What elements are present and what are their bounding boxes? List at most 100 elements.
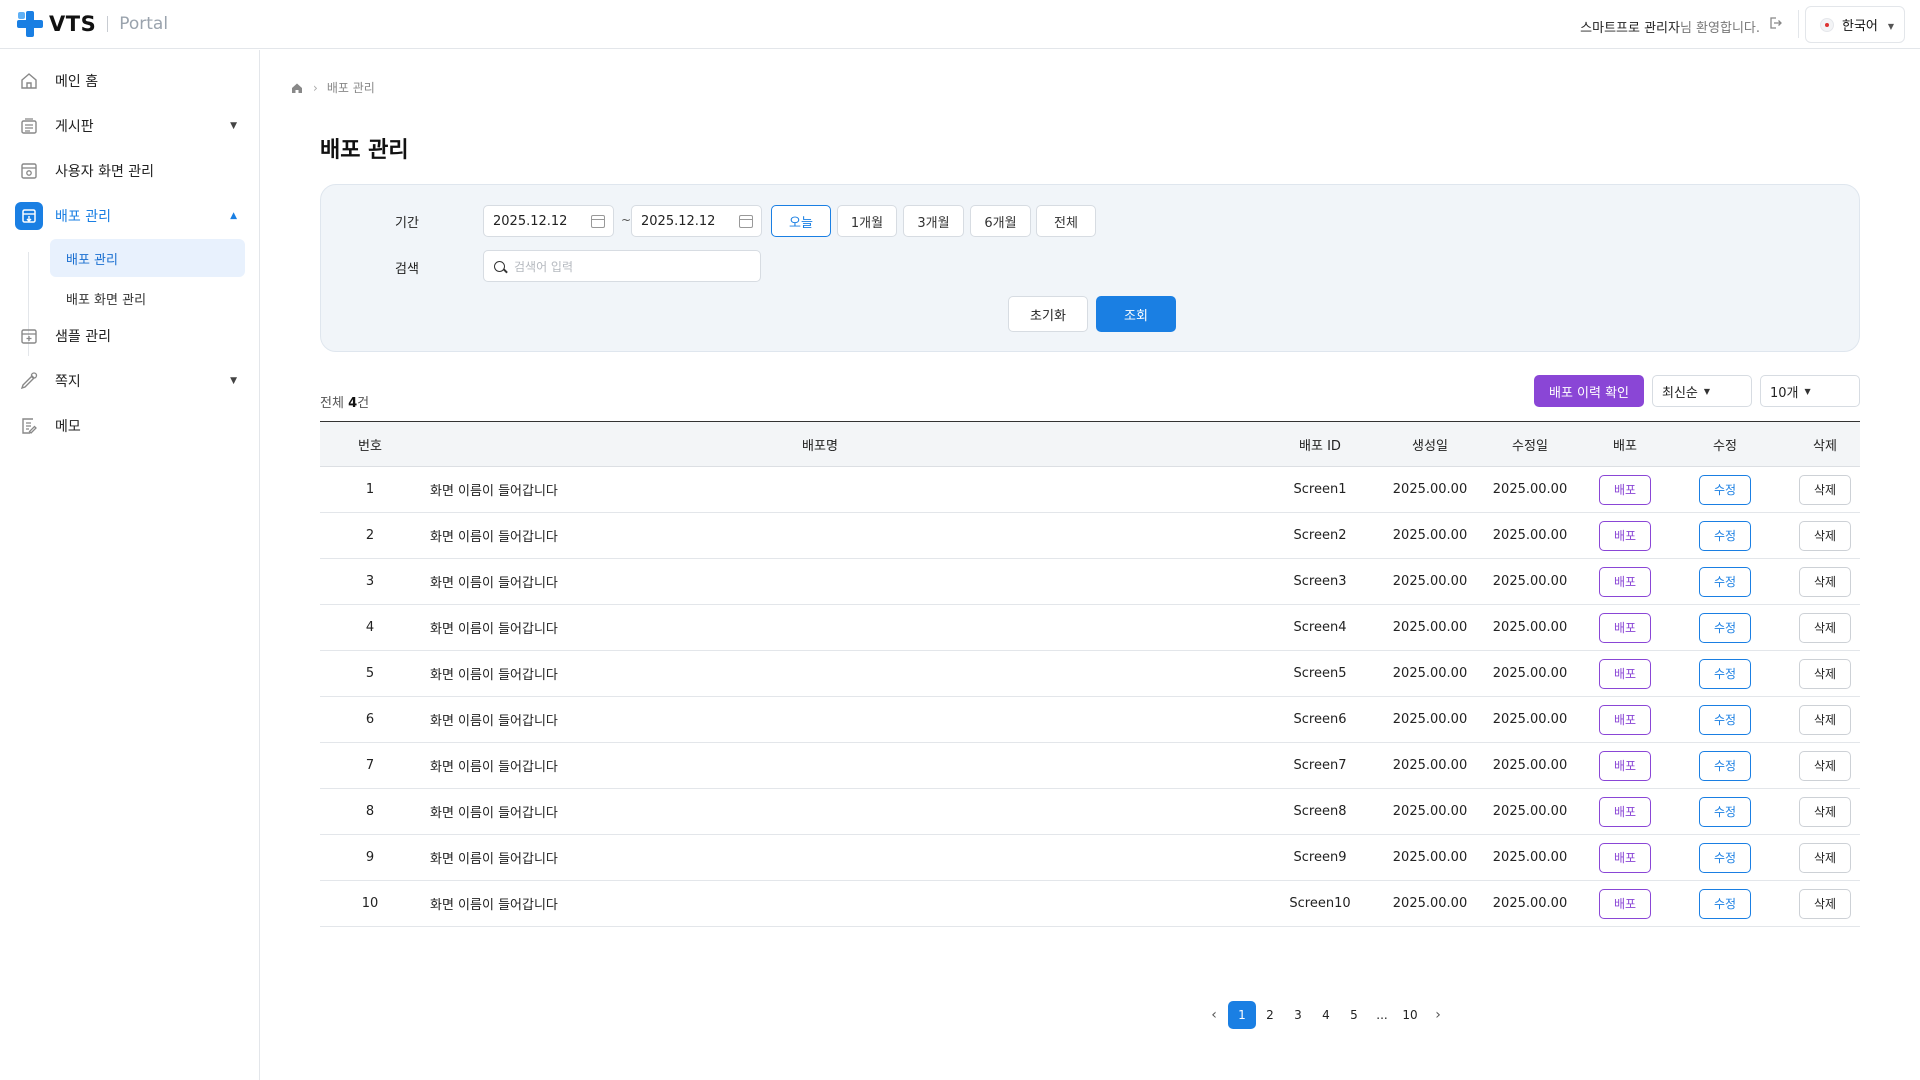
table-header: 번호 배포명 배포 ID 생성일 수정일 배포 수정 삭제 <box>320 421 1860 467</box>
deploy-button[interactable]: 배포 <box>1599 704 1651 735</box>
edit-button[interactable]: 수정 <box>1699 474 1751 505</box>
caret-down-icon: ▼ <box>1804 386 1811 396</box>
row-no: 8 <box>365 804 375 819</box>
search-label: 검색 <box>395 262 419 277</box>
row-delete-cell: 삭제 <box>1760 605 1890 650</box>
period-button-all[interactable]: 전체 <box>1036 205 1096 237</box>
delete-button[interactable]: 삭제 <box>1799 842 1851 873</box>
table-row: 7 화면 이름이 들어갑니다 Screen7 2025.00.00 2025.00.00… <box>320 743 1860 789</box>
deploy-button[interactable]: 배포 <box>1599 888 1651 919</box>
deploy-button[interactable]: 배포 <box>1599 612 1651 643</box>
edit-button[interactable]: 수정 <box>1699 658 1751 689</box>
logout-icon[interactable] <box>1768 16 1782 30</box>
korea-flag-icon <box>1820 17 1834 32</box>
row-name: 화면 이름이 들어갑니다 <box>430 484 558 499</box>
next-page-icon[interactable]: › <box>1424 1001 1452 1029</box>
delete-button[interactable]: 삭제 <box>1799 750 1851 781</box>
edit-button[interactable]: 수정 <box>1699 750 1751 781</box>
row-no: 3 <box>365 574 375 589</box>
language-select[interactable]: 한국어 ▼ <box>1805 6 1905 43</box>
prev-page-icon[interactable]: ‹ <box>1200 1001 1228 1029</box>
sidebar-item-message[interactable]: 쪽지 ▼ <box>15 365 245 397</box>
header-divider <box>1798 10 1799 38</box>
row-delete-cell: 삭제 <box>1760 789 1890 834</box>
row-no: 2 <box>365 528 375 543</box>
search-placeholder: 검색어 입력 <box>514 259 574 274</box>
date-to-input[interactable]: 2025.12.12 <box>631 205 762 237</box>
sidebar-subitem-deploy-manage[interactable]: 배포 관리 <box>50 239 245 277</box>
sidebar-item-user-screen[interactable]: 사용자 화면 관리 <box>15 155 245 187</box>
row-name: 화면 이름이 들어갑니다 <box>430 622 558 637</box>
row-name: 화면 이름이 들어갑니다 <box>430 852 558 867</box>
reset-button[interactable]: 초기화 <box>1008 296 1088 332</box>
sort-value: 최신순 <box>1662 385 1698 401</box>
home-icon[interactable] <box>290 81 304 95</box>
calendar-icon[interactable] <box>739 215 753 228</box>
edit-button[interactable]: 수정 <box>1699 566 1751 597</box>
search-icon <box>494 261 505 272</box>
delete-button[interactable]: 삭제 <box>1799 612 1851 643</box>
column-header-name: 배포명 <box>802 438 838 454</box>
page-button-10[interactable]: 10 <box>1396 1001 1424 1029</box>
edit-button[interactable]: 수정 <box>1699 888 1751 919</box>
edit-button[interactable]: 수정 <box>1699 612 1751 643</box>
row-name: 화면 이름이 들어갑니다 <box>430 714 558 729</box>
period-button-3month[interactable]: 3개월 <box>903 205 964 237</box>
search-input[interactable]: 검색어 입력 <box>483 250 761 282</box>
logo[interactable]: VTS Portal <box>15 10 168 38</box>
table-row: 3 화면 이름이 들어갑니다 Screen3 2025.00.00 2025.00.00… <box>320 559 1860 605</box>
page-button-2[interactable]: 2 <box>1256 1001 1284 1029</box>
page-size-select[interactable]: 10개 ▼ <box>1760 375 1860 407</box>
top-header: VTS Portal 스마트프로 관리자님 환영합니다. 한국어 ▼ <box>0 0 1920 49</box>
deploy-button[interactable]: 배포 <box>1599 520 1651 551</box>
delete-button[interactable]: 삭제 <box>1799 704 1851 735</box>
delete-button[interactable]: 삭제 <box>1799 520 1851 551</box>
sidebar-item-sample[interactable]: 샘플 관리 <box>15 320 245 352</box>
date-from-value: 2025.12.12 <box>493 213 568 229</box>
logo-product: Portal <box>119 14 169 34</box>
page-button-3[interactable]: 3 <box>1284 1001 1312 1029</box>
table-row: 1 화면 이름이 들어갑니다 Screen1 2025.00.00 2025.00.00… <box>320 467 1860 513</box>
edit-button[interactable]: 수정 <box>1699 796 1751 827</box>
sort-select[interactable]: 최신순 ▼ <box>1652 375 1752 407</box>
sidebar: 메인 홈 게시판 ▼ 사용자 화면 관리 배포 관리 ▲ 배포 관리 배포 화면… <box>0 50 260 1080</box>
sidebar-subitem-deploy-screen[interactable]: 배포 화면 관리 <box>50 279 245 317</box>
deploy-history-button[interactable]: 배포 이력 확인 <box>1534 375 1644 407</box>
deploy-button[interactable]: 배포 <box>1599 796 1651 827</box>
sidebar-item-memo[interactable]: 메모 <box>15 410 245 442</box>
row-name: 화면 이름이 들어갑니다 <box>430 576 558 591</box>
memo-icon <box>15 412 43 440</box>
page-button-1[interactable]: 1 <box>1228 1001 1256 1029</box>
period-button-today[interactable]: 오늘 <box>771 205 831 237</box>
deploy-button[interactable]: 배포 <box>1599 842 1651 873</box>
delete-button[interactable]: 삭제 <box>1799 566 1851 597</box>
delete-button[interactable]: 삭제 <box>1799 658 1851 689</box>
sidebar-item-label: 메모 <box>55 419 81 435</box>
delete-button[interactable]: 삭제 <box>1799 474 1851 505</box>
sidebar-item-deploy[interactable]: 배포 관리 ▲ <box>15 200 245 232</box>
delete-button[interactable]: 삭제 <box>1799 796 1851 827</box>
query-button[interactable]: 조회 <box>1096 296 1176 332</box>
deploy-button[interactable]: 배포 <box>1599 474 1651 505</box>
page-button-4[interactable]: 4 <box>1312 1001 1340 1029</box>
table-row: 6 화면 이름이 들어갑니다 Screen6 2025.00.00 2025.00.00… <box>320 697 1860 743</box>
logo-text: VTS <box>49 12 97 36</box>
calendar-icon[interactable] <box>591 215 605 228</box>
row-name: 화면 이름이 들어갑니다 <box>430 760 558 775</box>
page-button-5[interactable]: 5 <box>1340 1001 1368 1029</box>
sidebar-item-board[interactable]: 게시판 ▼ <box>15 110 245 142</box>
date-from-input[interactable]: 2025.12.12 <box>483 205 614 237</box>
sidebar-item-main-home[interactable]: 메인 홈 <box>15 65 245 97</box>
edit-button[interactable]: 수정 <box>1699 704 1751 735</box>
deploy-button[interactable]: 배포 <box>1599 566 1651 597</box>
edit-button[interactable]: 수정 <box>1699 842 1751 873</box>
caret-up-icon: ▲ <box>230 211 237 221</box>
period-button-6month[interactable]: 6개월 <box>970 205 1031 237</box>
total-suffix: 건 <box>357 396 370 411</box>
deploy-button[interactable]: 배포 <box>1599 658 1651 689</box>
period-button-1month[interactable]: 1개월 <box>837 205 897 237</box>
delete-button[interactable]: 삭제 <box>1799 888 1851 919</box>
edit-button[interactable]: 수정 <box>1699 520 1751 551</box>
deploy-button[interactable]: 배포 <box>1599 750 1651 781</box>
row-no: 4 <box>365 620 375 635</box>
